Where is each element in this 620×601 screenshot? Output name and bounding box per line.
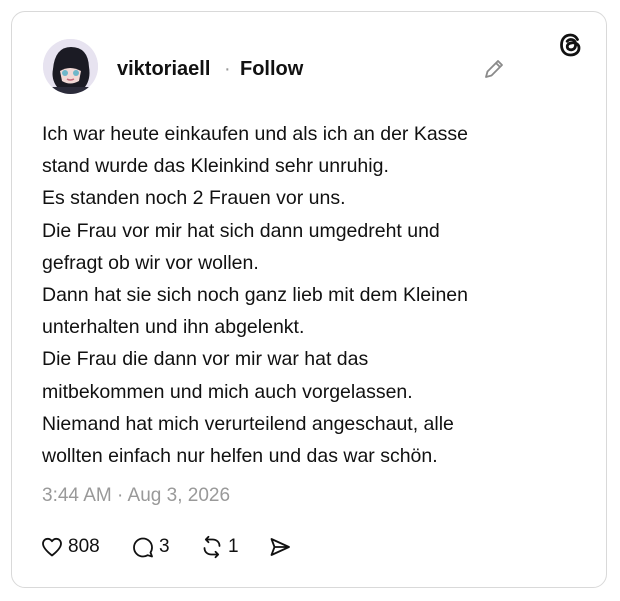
follow-button[interactable]: Follow <box>240 58 303 81</box>
post-text-line: Es standen noch 2 Frauen vor uns. <box>42 187 346 210</box>
avatar-image <box>43 39 98 94</box>
post-text-line: wollten einfach nur helfen und das war s… <box>42 445 438 468</box>
like-count: 808 <box>68 536 100 557</box>
post-text: Ich war heute einkaufen und als ich an d… <box>42 118 562 472</box>
threads-logo-icon[interactable] <box>556 30 586 60</box>
separator-dot: · <box>224 58 231 80</box>
post-text-line: Ich war heute einkaufen und als ich an d… <box>42 123 469 145</box>
repost-button[interactable]: 1 <box>200 532 239 562</box>
post-text-line: unterhalten und ihn abgelenkt. <box>42 316 305 339</box>
post-text-line: gefragt ob wir vor wollen. <box>42 251 259 274</box>
heart-icon <box>42 537 62 557</box>
post-text-line: stand wurde das Kleinkind sehr unruhig. <box>42 155 389 178</box>
username[interactable]: viktoriaell <box>117 58 210 81</box>
share-button[interactable] <box>268 532 292 562</box>
reply-count: 3 <box>159 536 170 557</box>
reply-button[interactable]: 3 <box>131 532 170 562</box>
repost-count: 1 <box>228 536 239 557</box>
post-text-line: Die Frau vor mir hat sich dann umgedreht… <box>42 219 440 242</box>
post-text-line: Dann hat sie sich noch ganz lieb mit dem… <box>42 284 468 307</box>
send-icon <box>270 538 290 556</box>
post-text-line: Die Frau die dann vor mir war hat das <box>42 348 369 371</box>
pencil-icon[interactable] <box>481 56 507 82</box>
avatar[interactable] <box>43 39 98 94</box>
post-text-line: Niemand hat mich verurteilend angeschaut… <box>42 412 454 435</box>
post-text-line: mitbekommen und mich auch vorgelassen. <box>42 380 413 403</box>
speech-bubble-icon <box>133 537 153 558</box>
post-timestamp[interactable]: 3:44 AM · Aug 3, 2026 <box>42 485 230 507</box>
repost-icon <box>203 535 221 559</box>
like-button[interactable]: 808 <box>40 532 100 562</box>
